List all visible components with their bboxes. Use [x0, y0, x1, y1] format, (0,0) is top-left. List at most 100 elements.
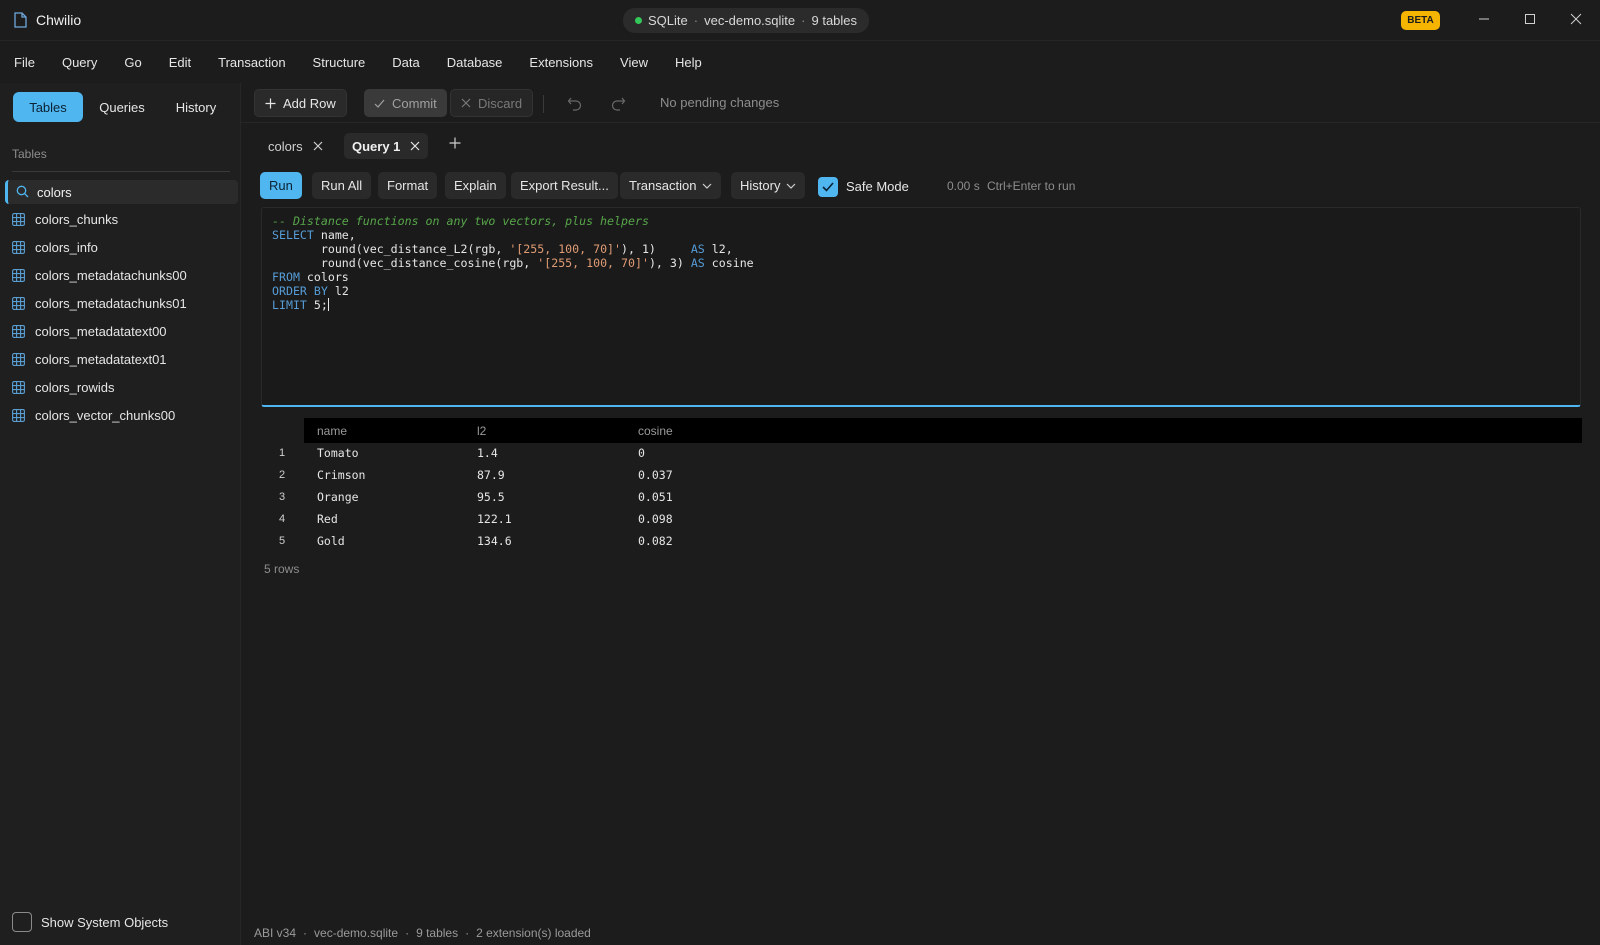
segment-history[interactable]: History [161, 92, 231, 122]
menu-data[interactable]: Data [392, 55, 419, 70]
menu-database[interactable]: Database [447, 55, 503, 70]
cell-l2[interactable]: 134.6 [477, 534, 512, 548]
tab-colors[interactable]: colors [260, 133, 331, 159]
cell-name[interactable]: Tomato [317, 446, 359, 460]
close-tab-icon[interactable] [313, 141, 323, 151]
cell-name[interactable]: Gold [317, 534, 345, 548]
table-row[interactable]: 4 Red 122.1 0.098 [261, 508, 1061, 530]
run-all-button[interactable]: Run All [312, 172, 372, 199]
sidebar-item-table[interactable]: colors_chunks [12, 207, 232, 231]
segment-queries[interactable]: Queries [87, 92, 157, 122]
show-system-objects-checkbox[interactable] [12, 912, 32, 932]
tab-query-1[interactable]: Query 1 [344, 133, 429, 159]
menu-edit[interactable]: Edit [169, 55, 191, 70]
connection-table-count: 9 tables [811, 13, 858, 28]
column-header-cosine[interactable]: cosine [638, 424, 673, 438]
connection-pill[interactable]: SQLite · vec-demo.sqlite · 9 tables [623, 8, 870, 33]
menu-file[interactable]: File [14, 55, 35, 70]
separator: · [405, 925, 410, 940]
menu-query[interactable]: Query [62, 55, 97, 70]
table-row[interactable]: 1 Tomato 1.4 0 [261, 442, 1061, 464]
new-tab-plus-icon[interactable] [449, 137, 461, 149]
segment-tables[interactable]: Tables [13, 92, 83, 122]
cell-cosine[interactable]: 0.051 [638, 490, 673, 504]
editor-line: round(vec_distance_L2(rgb, '[255, 100, 7… [272, 242, 733, 256]
table-row[interactable]: 2 Crimson 87.9 0.037 [261, 464, 1061, 486]
query-timing: 0.00 s [947, 179, 980, 193]
sidebar-item-table[interactable]: colors_vector_chunks00 [12, 403, 232, 427]
cell-name[interactable]: Orange [317, 490, 359, 504]
connection-file: vec-demo.sqlite [704, 13, 796, 28]
menu-structure[interactable]: Structure [313, 55, 366, 70]
format-button[interactable]: Format [378, 172, 438, 199]
table-search-input[interactable] [37, 183, 227, 201]
tab-label: colors [268, 138, 303, 154]
discard-button[interactable]: Discard [450, 89, 534, 117]
separator: · [465, 925, 470, 940]
table-icon [12, 240, 25, 254]
commit-label: Commit [392, 95, 437, 111]
sidebar-item-table[interactable]: colors_metadatachunks01 [12, 291, 232, 315]
sidebar-segmented-control: Tables Queries History [13, 92, 232, 122]
sidebar-item-table[interactable]: colors_metadatachunks00 [12, 263, 232, 287]
export-result-button[interactable]: Export Result... [511, 172, 618, 199]
separator: · [693, 13, 699, 28]
cell-cosine[interactable]: 0.037 [638, 468, 673, 482]
title-bar: Chwilio SQLite · vec-demo.sqlite · 9 tab… [0, 0, 1600, 41]
close-tab-icon[interactable] [410, 141, 420, 151]
result-row-count: 5 rows [264, 562, 300, 576]
table-icon [12, 268, 25, 282]
sidebar-item-table[interactable]: colors_rowids [12, 375, 232, 399]
explain-button[interactable]: Explain [445, 172, 506, 199]
menu-help[interactable]: Help [675, 55, 702, 70]
cell-cosine[interactable]: 0.082 [638, 534, 673, 548]
menu-view[interactable]: View [620, 55, 648, 70]
redo-icon[interactable] [610, 96, 626, 112]
cell-cosine[interactable]: 0 [638, 446, 645, 460]
maximize-button[interactable] [1515, 6, 1545, 32]
show-system-objects-label: Show System Objects [41, 914, 169, 930]
editor-line: round(vec_distance_cosine(rgb, '[255, 10… [272, 256, 754, 270]
close-window-button[interactable] [1561, 6, 1591, 32]
sidebar-item-table[interactable]: colors_metadatatext01 [12, 347, 232, 371]
minimize-button[interactable] [1469, 6, 1499, 32]
table-name: colors_chunks [35, 211, 119, 227]
main-toolbar: Add Row Commit Discard No pending change… [241, 83, 1600, 123]
separator: · [303, 925, 308, 940]
add-row-button[interactable]: Add Row [254, 89, 347, 117]
menu-go[interactable]: Go [124, 55, 141, 70]
table-row[interactable]: 5 Gold 134.6 0.082 [261, 530, 1061, 552]
cell-l2[interactable]: 87.9 [477, 468, 505, 482]
sql-editor[interactable]: -- Distance functions on any two vectors… [261, 207, 1581, 407]
column-header-l2[interactable]: l2 [477, 424, 486, 438]
table-row[interactable]: 3 Orange 95.5 0.051 [261, 486, 1061, 508]
menu-transaction[interactable]: Transaction [218, 55, 285, 70]
sidebar-item-table[interactable]: colors_info [12, 235, 232, 259]
cell-name[interactable]: Crimson [317, 468, 365, 482]
history-dropdown[interactable]: History [731, 172, 806, 199]
check-icon [374, 99, 385, 108]
transaction-dropdown-label: Transaction [629, 178, 697, 193]
sidebar-item-table[interactable]: colors_metadatatext00 [12, 319, 232, 343]
editor-line: LIMIT 5; [272, 298, 329, 312]
connected-status-icon [635, 17, 642, 24]
safe-mode-checkbox[interactable] [818, 177, 838, 197]
cell-l2[interactable]: 122.1 [477, 512, 512, 526]
sidebar: Tables Queries History Tables colors_chu… [0, 83, 241, 945]
table-name: colors_info [35, 239, 98, 255]
column-header-name[interactable]: name [317, 424, 347, 438]
menu-extensions[interactable]: Extensions [529, 55, 593, 70]
separator: · [801, 13, 806, 28]
transaction-dropdown[interactable]: Transaction [620, 172, 722, 199]
cell-name[interactable]: Red [317, 512, 338, 526]
undo-icon[interactable] [567, 96, 583, 112]
status-extensions: 2 extension(s) loaded [476, 925, 591, 940]
chevron-down-icon [703, 183, 712, 189]
cell-l2[interactable]: 1.4 [477, 446, 498, 460]
cell-l2[interactable]: 95.5 [477, 490, 505, 504]
show-system-objects-toggle[interactable]: Show System Objects [12, 912, 168, 932]
run-button[interactable]: Run [260, 172, 302, 199]
commit-button[interactable]: Commit [364, 89, 447, 117]
cell-cosine[interactable]: 0.098 [638, 512, 673, 526]
check-icon [822, 182, 834, 192]
